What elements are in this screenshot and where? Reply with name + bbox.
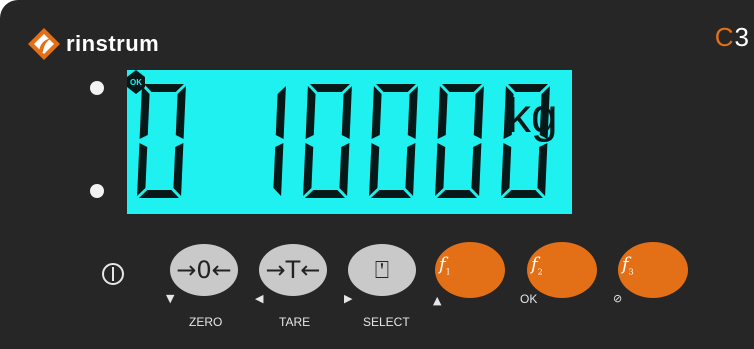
zero-label: ZERO: [189, 315, 223, 329]
lcd-segment-e: [369, 143, 380, 196]
lcd-segment-d: [305, 190, 345, 198]
zero-arrow-icon: ▼: [166, 292, 175, 305]
model-number: 3: [734, 22, 750, 52]
lcd-segment-e: [435, 143, 446, 196]
lcd-segment-b: [341, 86, 352, 139]
lcd-segment-c: [471, 143, 482, 196]
weight-display: kg OK: [127, 70, 572, 214]
model-letter: C: [714, 22, 735, 52]
f1-button[interactable]: f1: [435, 242, 505, 298]
lcd-segment-f: [305, 86, 316, 139]
select-icon: ⍞: [374, 256, 390, 284]
lcd-segment-c: [273, 143, 284, 196]
lcd-segment-d: [371, 190, 411, 198]
lcd-segment-b: [275, 86, 286, 139]
lcd-segment-d: [503, 190, 543, 198]
f1-icon: f1: [439, 254, 451, 277]
ok-badge-text: OK: [130, 78, 142, 87]
f2-label: OK: [520, 292, 538, 306]
rinstrum-logo-icon: [28, 28, 60, 60]
lcd-segment-d: [139, 190, 179, 198]
status-led-top: [90, 81, 104, 95]
f2-icon: f2: [531, 254, 543, 277]
power-icon[interactable]: [102, 263, 124, 285]
lcd-segment-a: [144, 84, 184, 92]
lcd-segment-e: [137, 143, 148, 196]
tare-button[interactable]: →T←: [259, 244, 327, 296]
lcd-segment-c: [339, 143, 350, 196]
lcd-segment-e: [303, 143, 314, 196]
zero-icon: →0←: [176, 256, 232, 284]
lcd-segment-b: [175, 86, 186, 139]
lcd-segment-a: [442, 84, 482, 92]
unit-label: kg: [507, 90, 558, 143]
ok-badge-icon: OK: [127, 70, 145, 94]
lcd-segment-b: [407, 86, 418, 139]
tare-label: TARE: [279, 315, 311, 329]
lcd-segment-a: [376, 84, 416, 92]
tare-icon: →T←: [265, 256, 321, 284]
lcd-segment-f: [371, 86, 382, 139]
model-label: C3: [715, 22, 750, 53]
brand-logo: rinstrum: [26, 26, 159, 62]
tare-arrow-icon: ◀: [255, 292, 264, 305]
zero-button[interactable]: →0←: [170, 244, 238, 296]
lcd-segment-c: [173, 143, 184, 196]
f3-icon: f3: [622, 254, 634, 277]
indicator-panel: rinstrum C3 kg OK →0← ▼ ZERO →T← ◀ TARE …: [0, 0, 754, 349]
select-label: SELECT: [363, 315, 410, 329]
status-led-bottom: [90, 184, 104, 198]
lcd-segment-c: [405, 143, 416, 196]
brand-name: rinstrum: [66, 31, 160, 56]
lcd-segment-b: [473, 86, 484, 139]
select-arrow-icon: ▶: [344, 292, 353, 305]
f2-button[interactable]: f2: [527, 242, 597, 298]
select-button[interactable]: ⍞: [348, 244, 416, 296]
f3-button[interactable]: f3: [618, 242, 688, 298]
segment-digits: kg: [137, 84, 558, 198]
lcd-segment-f: [437, 86, 448, 139]
lcd-segment-a: [310, 84, 350, 92]
lcd-segment-e: [501, 143, 512, 196]
lcd-segment-d: [437, 190, 477, 198]
up-arrow-icon: ▲: [433, 294, 442, 307]
lcd-segment-c: [537, 143, 548, 196]
cancel-icon: ⊘: [613, 292, 623, 305]
